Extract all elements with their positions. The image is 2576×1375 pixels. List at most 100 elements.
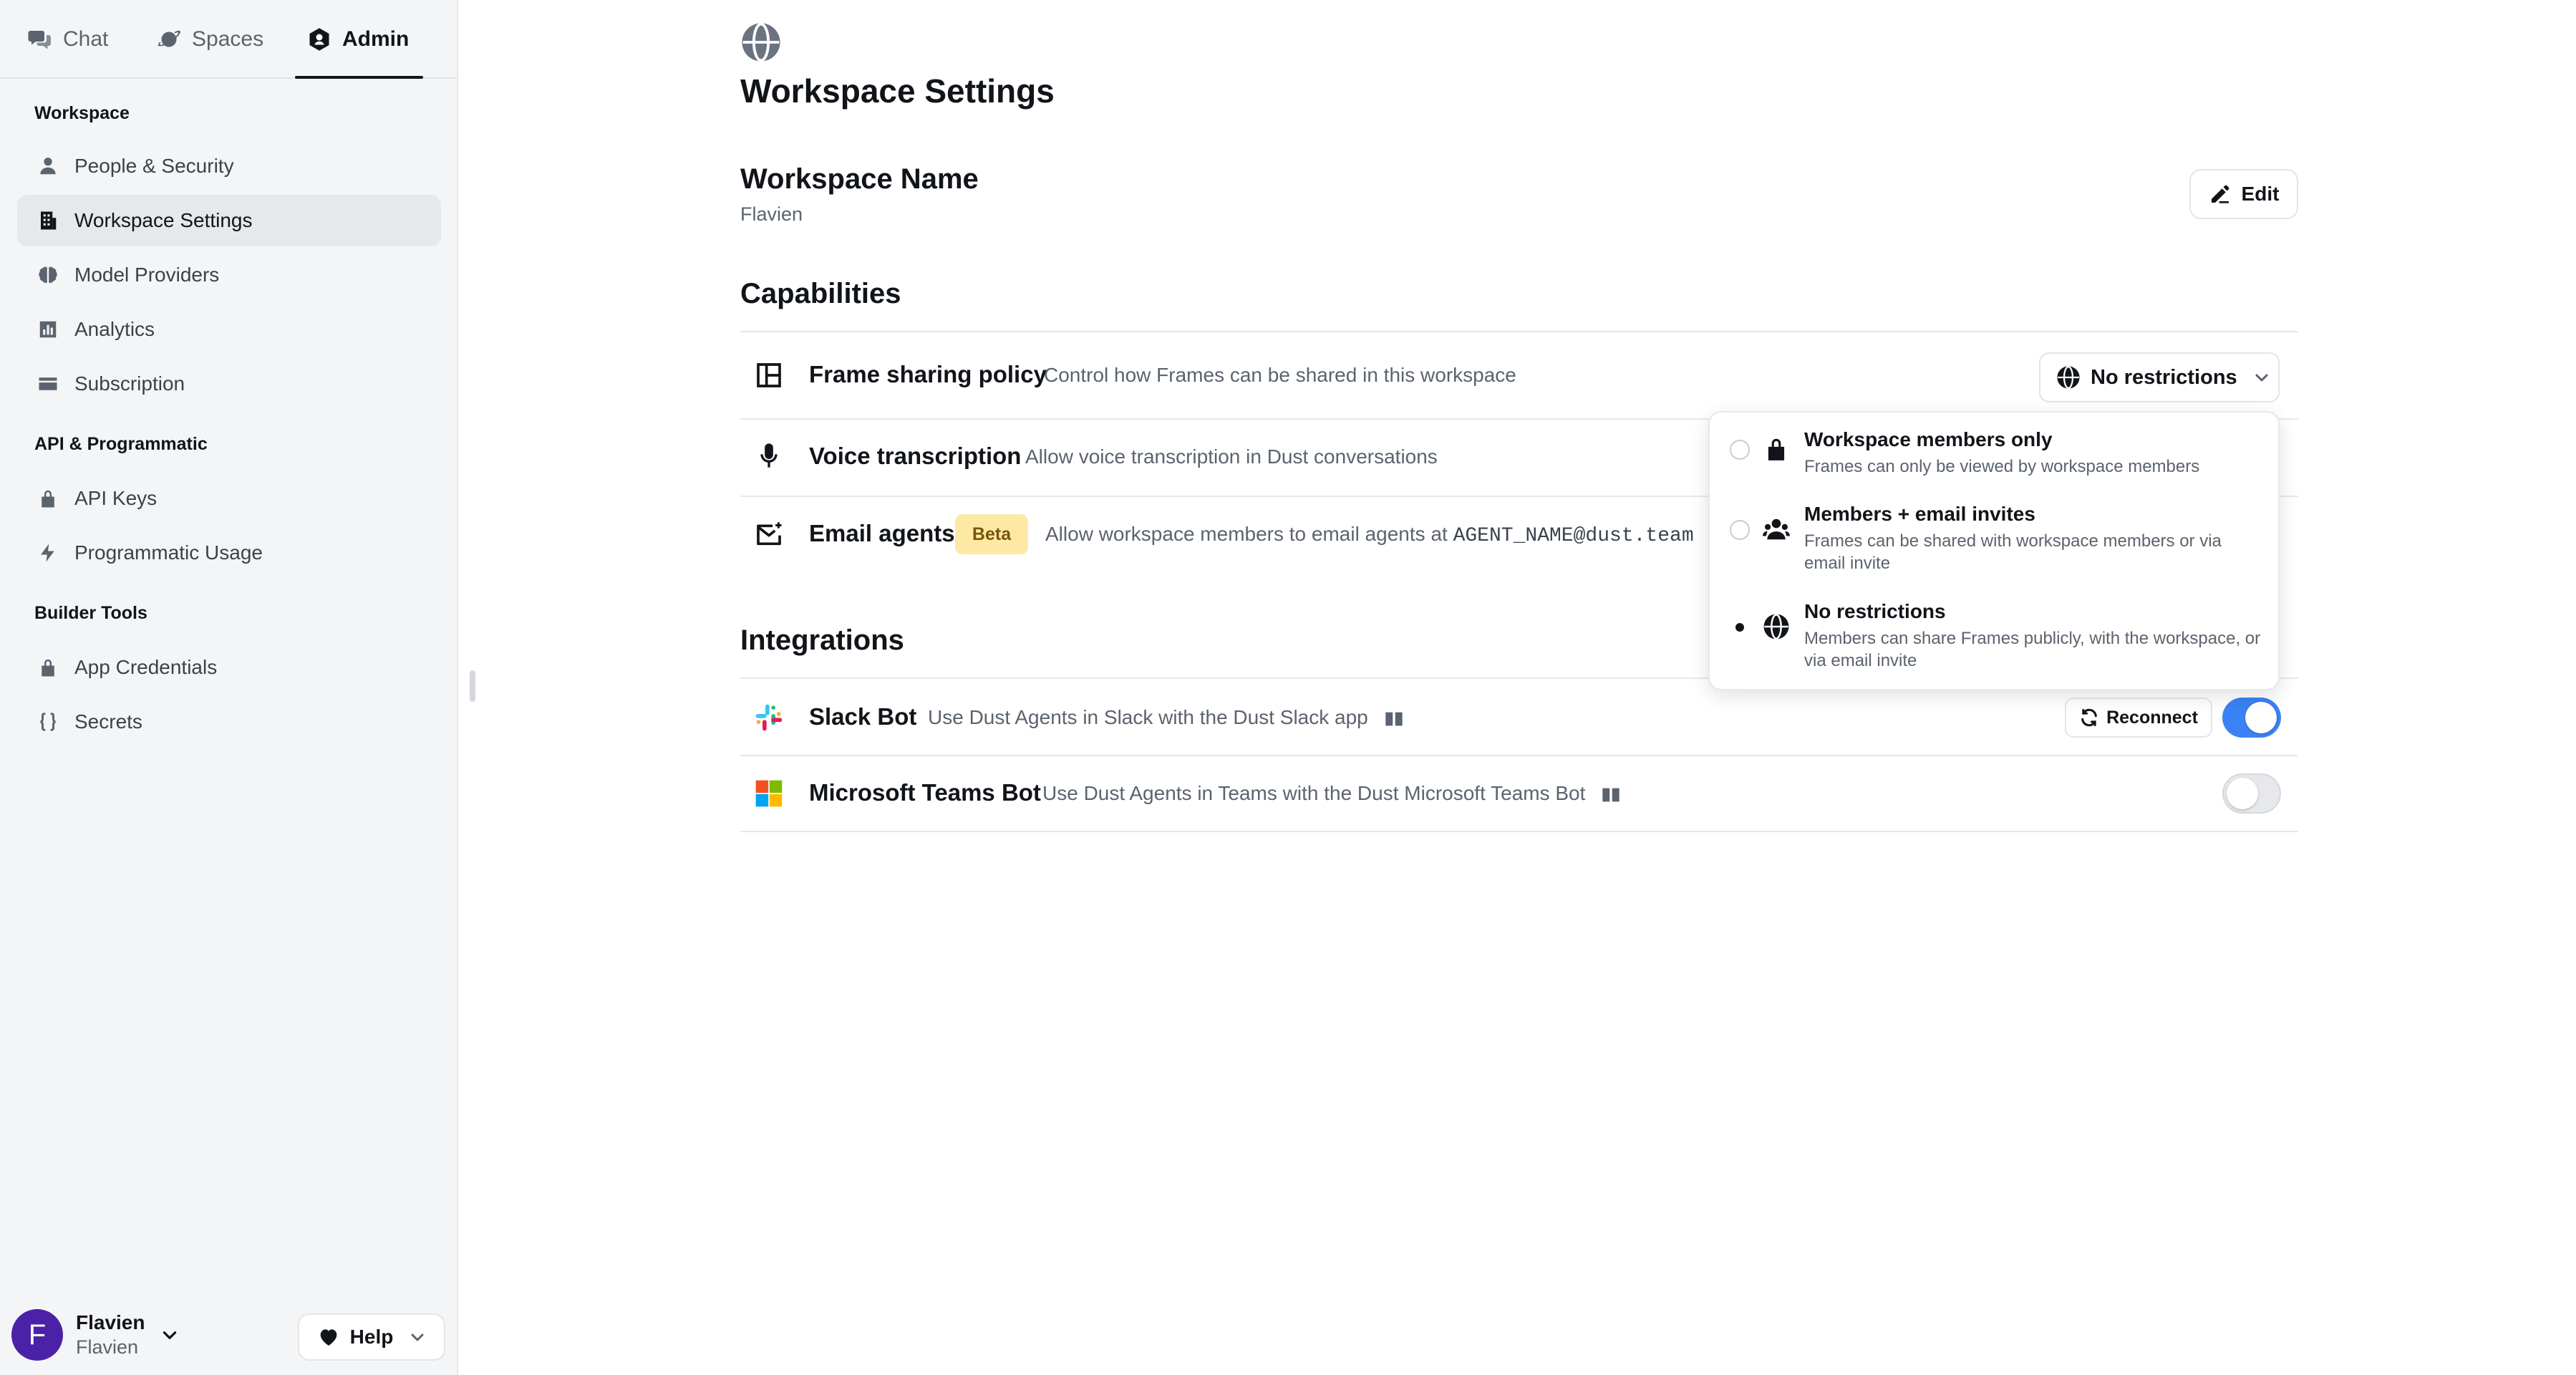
email-agents-title: Email agents: [809, 520, 955, 546]
tab-chat-label: Chat: [63, 27, 109, 51]
sidebar-item-analytics[interactable]: Analytics: [17, 304, 441, 355]
user-name: Flavien: [76, 1311, 145, 1333]
reconnect-label: Reconnect: [2106, 707, 2198, 728]
braces-icon: [40, 713, 56, 731]
sidebar-item-model-providers[interactable]: Model Providers: [17, 249, 441, 301]
chevron-down-icon: [411, 1333, 424, 1341]
card-icon: [39, 377, 57, 390]
sidebar-item-programmatic-usage[interactable]: Programmatic Usage: [17, 527, 441, 579]
frame-sharing-select[interactable]: No restrictions: [2039, 352, 2280, 402]
tab-admin[interactable]: Admin: [294, 0, 424, 79]
sidebar-item-secrets[interactable]: Secrets: [17, 696, 441, 748]
option-title: No restrictions: [1804, 600, 1946, 622]
tab-chat[interactable]: Chat: [27, 0, 108, 79]
capabilities-heading: Capabilities: [740, 278, 901, 309]
voice-transcription-desc: Allow voice transcription in Dust conver…: [1025, 445, 1438, 468]
sidebar-item-subscription[interactable]: Subscription: [17, 358, 441, 410]
help-button[interactable]: Help: [298, 1313, 445, 1361]
email-agents-desc: Allow workspace members to email agents …: [1045, 523, 1729, 547]
user-icon: [40, 158, 56, 175]
teams-bot-desc: Use Dust Agents in Teams with the Dust M…: [1042, 782, 1621, 805]
radio[interactable]: [1730, 440, 1750, 460]
frame-sharing-title: Frame sharing policy: [809, 361, 1047, 387]
sidebar-resize-handle[interactable]: [470, 670, 475, 702]
chevron-down-icon: [2255, 374, 2268, 382]
email-agents-address: AGENT_NAME@dust.team: [1453, 525, 1694, 547]
frame-sharing-desc: Control how Frames can be shared in this…: [1044, 364, 1516, 386]
radio[interactable]: [1730, 520, 1750, 540]
sidebar-item-label: People & Security: [74, 155, 234, 177]
globe-icon: [742, 22, 780, 62]
globe-icon: [1763, 614, 1789, 640]
chat-bubbles-icon: [28, 31, 51, 49]
sidebar-item-label: Workspace Settings: [74, 209, 253, 231]
users-icon: [1763, 518, 1790, 540]
lock-icon: [42, 490, 54, 508]
beta-badge: Beta: [955, 514, 1028, 554]
email-agents-desc-text: Allow workspace members to email agents …: [1045, 523, 1448, 545]
voice-transcription-title: Voice transcription: [809, 443, 1022, 469]
bar-chart-icon: [39, 321, 57, 338]
refresh-icon: [2081, 708, 2097, 727]
slack-bot-desc: Use Dust Agents in Slack with the Dust S…: [928, 706, 1404, 729]
pencil-icon: [2211, 185, 2229, 203]
top-tabs: Chat Spaces Admin: [0, 0, 458, 79]
sidebar-item-workspace-settings[interactable]: Workspace Settings: [17, 195, 441, 246]
section-label-api: API & Programmatic: [34, 434, 208, 454]
sidebar-item-label: Subscription: [74, 372, 185, 395]
admin-hexagon-icon: [309, 28, 329, 51]
option-desc: Frames can only be viewed by workspace m…: [1804, 457, 2200, 476]
reconnect-button[interactable]: Reconnect: [2065, 698, 2212, 738]
user-workspace: Flavien: [76, 1336, 139, 1358]
section-label-workspace: Workspace: [34, 103, 130, 123]
slack-bot-toggle[interactable]: [2222, 698, 2281, 738]
option-members-email-invites[interactable]: Members + email invites Frames can be sh…: [1710, 503, 2278, 580]
divider: [740, 831, 2298, 832]
frame-sharing-selected: No restrictions: [2091, 365, 2237, 389]
option-no-restrictions[interactable]: No restrictions Members can share Frames…: [1710, 600, 2278, 677]
sidebar: Chat Spaces Admin Workspace People & Sec…: [0, 0, 458, 1375]
building-icon: [41, 211, 57, 230]
brain-icon: [39, 266, 57, 284]
bolt-icon: [41, 544, 54, 562]
slack-logo-icon: [755, 704, 783, 731]
sidebar-item-label: Programmatic Usage: [74, 541, 263, 564]
sidebar-item-label: API Keys: [74, 487, 158, 509]
avatar: F: [11, 1309, 63, 1361]
page-title: Workspace Settings: [740, 72, 1055, 110]
heart-icon: [320, 1329, 336, 1346]
tab-spaces[interactable]: Spaces: [156, 0, 263, 79]
divider: [740, 755, 2298, 756]
lock-icon: [1768, 438, 1785, 460]
microsoft-logo-icon: [755, 780, 783, 807]
chevron-down-icon: [163, 1331, 177, 1339]
tab-spaces-label: Spaces: [192, 27, 264, 51]
help-label: Help: [349, 1326, 394, 1348]
sidebar-item-label: Analytics: [74, 318, 155, 340]
frame-sharing-dropdown: Workspace members only Frames can only b…: [1708, 411, 2280, 690]
teams-bot-title: Microsoft Teams Bot: [809, 779, 1041, 806]
layout-frame-icon: [757, 363, 781, 387]
option-workspace-members-only[interactable]: Workspace members only Frames can only b…: [1710, 428, 2278, 488]
globe-icon: [2057, 365, 2080, 390]
section-label-builder-tools: Builder Tools: [34, 603, 147, 623]
slack-bot-title: Slack Bot: [809, 703, 917, 730]
option-title: Workspace members only: [1804, 428, 2053, 450]
sidebar-item-api-keys[interactable]: API Keys: [17, 473, 441, 524]
edit-label: Edit: [2241, 183, 2280, 205]
teams-bot-desc-text: Use Dust Agents in Teams with the Dust M…: [1042, 782, 1586, 804]
teams-bot-toggle[interactable]: [2222, 773, 2281, 814]
divider: [740, 331, 2298, 332]
book-icon[interactable]: [1384, 709, 1404, 729]
sidebar-item-label: App Credentials: [74, 656, 218, 678]
tab-admin-label: Admin: [342, 27, 410, 51]
sidebar-item-app-credentials[interactable]: App Credentials: [17, 642, 441, 693]
book-icon[interactable]: [1601, 785, 1621, 805]
edit-button[interactable]: Edit: [2189, 169, 2298, 219]
sidebar-item-people-security[interactable]: People & Security: [17, 140, 441, 192]
user-menu[interactable]: F Flavien Flavien: [11, 1309, 179, 1361]
planet-icon: [158, 30, 180, 47]
sidebar-item-label: Secrets: [74, 710, 142, 733]
radio-checked[interactable]: [1730, 617, 1750, 637]
option-desc: Frames can be shared with workspace memb…: [1804, 531, 2222, 573]
